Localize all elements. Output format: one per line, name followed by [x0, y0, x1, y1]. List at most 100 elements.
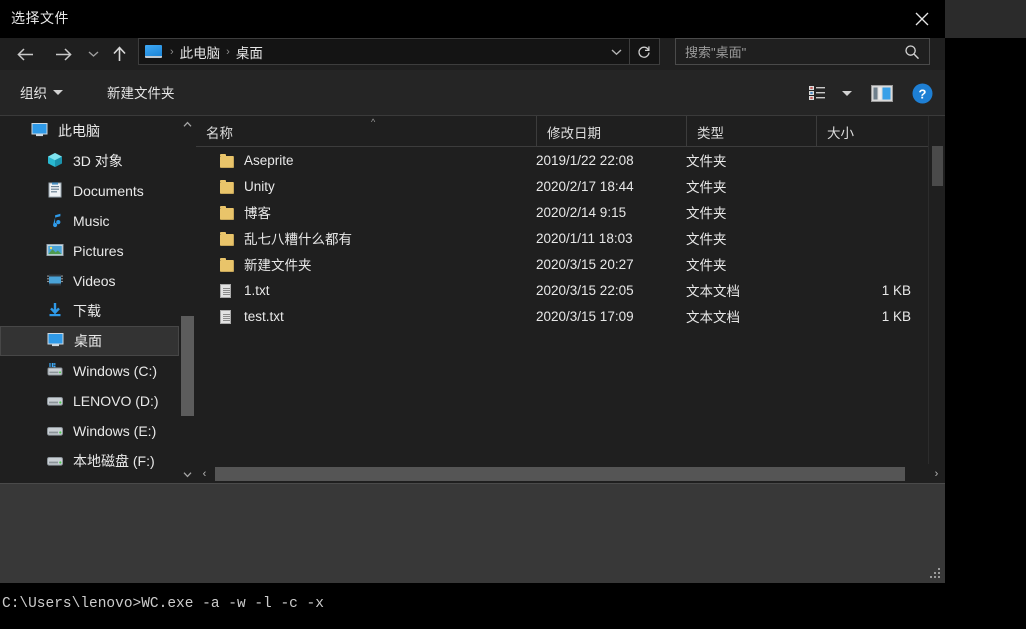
- breadcrumb-item-1[interactable]: 桌面: [236, 42, 263, 62]
- sidebar-item-11[interactable]: 本地磁盘 (F:): [0, 446, 179, 476]
- system-drive-icon: [46, 362, 64, 380]
- view-options-dropdown-button[interactable]: [837, 70, 857, 116]
- cell-name: 1.txt: [220, 277, 270, 303]
- horizontal-scroll-thumb[interactable]: [215, 467, 905, 481]
- sidebar-item-6[interactable]: 下载: [0, 296, 179, 326]
- scroll-down-button[interactable]: [179, 466, 196, 483]
- table-row[interactable]: Unity 2020/2/17 18:44 文件夹: [196, 173, 928, 199]
- dialog-footer: 文件名(N): 文本文件(*.txt) 文本文件(*.txt)C语: [0, 483, 945, 583]
- breadcrumb-separator: ›: [226, 45, 230, 58]
- sidebar-item-3[interactable]: Music: [0, 206, 179, 236]
- navigation-pane: 此电脑 3D 对象 Documents Music Pictures Videos 下载 桌面…: [0, 116, 196, 483]
- cell-name: 新建文件夹: [220, 251, 312, 277]
- search-input[interactable]: 搜索"桌面": [685, 42, 904, 61]
- music-icon: [46, 212, 64, 230]
- table-row[interactable]: 乱七八糟什么都有 2020/1/11 18:03 文件夹: [196, 225, 928, 251]
- search-box[interactable]: 搜索"桌面": [675, 38, 930, 65]
- scroll-left-button[interactable]: ‹: [196, 464, 213, 483]
- new-folder-button[interactable]: 新建文件夹: [107, 82, 175, 102]
- address-dropdown-button[interactable]: [605, 39, 627, 64]
- sidebar-item-label: Music: [73, 213, 110, 229]
- refresh-button[interactable]: [629, 39, 657, 64]
- text-file-icon: [220, 309, 233, 324]
- window-title: 选择文件: [11, 10, 69, 26]
- 3d-objects-icon: [48, 153, 62, 167]
- sidebar-item-5[interactable]: Videos: [0, 266, 179, 296]
- chevron-down-icon: [53, 89, 63, 95]
- table-row[interactable]: test.txt 2020/3/15 17:09 文本文档 1 KB: [196, 303, 928, 329]
- sidebar-item-8[interactable]: Windows (C:): [0, 356, 179, 386]
- recent-locations-button[interactable]: [84, 38, 102, 70]
- search-icon: [904, 44, 920, 60]
- scroll-right-button[interactable]: ›: [928, 464, 945, 483]
- cell-type: 文件夹: [686, 232, 727, 247]
- table-row[interactable]: 1.txt 2020/3/15 22:05 文本文档 1 KB: [196, 277, 928, 303]
- folder-icon: [220, 153, 234, 168]
- table-row[interactable]: 博客 2020/2/14 9:15 文件夹: [196, 199, 928, 225]
- resize-grip-icon[interactable]: [928, 566, 940, 578]
- sidebar-item-label: Videos: [73, 273, 116, 289]
- nav-pane-scrollbar[interactable]: [179, 116, 196, 483]
- cell-date: 2020/3/15 20:27: [536, 256, 634, 272]
- console-command-line[interactable]: C:\Users\lenovo>WC.exe -a -w -l -c -x: [2, 596, 324, 612]
- drive-icon: [47, 457, 63, 466]
- svg-text:?: ?: [918, 86, 926, 101]
- file-name: 1.txt: [244, 282, 270, 298]
- column-header-type[interactable]: 类型: [686, 116, 816, 147]
- column-header-size[interactable]: 大小: [816, 116, 928, 147]
- sidebar-item-1[interactable]: 3D 对象: [0, 146, 179, 176]
- column-header-label: 大小: [827, 125, 854, 141]
- sidebar-item-4[interactable]: Pictures: [0, 236, 179, 266]
- sidebar-item-9[interactable]: LENOVO (D:): [0, 386, 179, 416]
- table-row[interactable]: Aseprite 2019/1/22 22:08 文件夹: [196, 147, 928, 173]
- file-rows: Aseprite 2019/1/22 22:08 文件夹 Unity 2020/2/17…: [196, 147, 928, 329]
- sidebar-item-label: 3D 对象: [73, 153, 123, 169]
- column-header-name[interactable]: 名称 ^: [196, 116, 536, 147]
- nav-scroll-thumb[interactable]: [181, 316, 194, 416]
- view-options-button[interactable]: [803, 70, 837, 116]
- sidebar-item-2[interactable]: Documents: [0, 176, 179, 206]
- sidebar-item-label: 此电脑: [58, 123, 100, 139]
- cell-type: 文件夹: [686, 206, 727, 221]
- chevron-down-icon: [611, 48, 621, 55]
- videos-icon: [47, 274, 63, 286]
- file-list-horizontal-scrollbar[interactable]: ‹ ›: [196, 464, 945, 483]
- scroll-up-button[interactable]: [179, 116, 196, 133]
- forward-button[interactable]: [48, 38, 78, 70]
- cell-name: test.txt: [220, 303, 284, 329]
- address-bar[interactable]: › 此电脑 › 桌面: [138, 38, 660, 65]
- table-row[interactable]: 新建文件夹 2020/3/15 20:27 文件夹: [196, 251, 928, 277]
- cell-size: [816, 173, 919, 199]
- file-list-vertical-scrollbar[interactable]: [928, 116, 945, 464]
- cell-date: 2019/1/22 22:08: [536, 152, 634, 168]
- breadcrumb-item-0[interactable]: 此电脑: [180, 42, 221, 62]
- cell-name: Aseprite: [220, 147, 294, 173]
- console-window: C:\Users\lenovo>WC.exe -a -w -l -c -x: [0, 583, 1026, 629]
- sidebar-item-label: 本地磁盘 (F:): [73, 453, 155, 469]
- sidebar-item-7[interactable]: 桌面: [0, 326, 179, 356]
- column-header-date[interactable]: 修改日期: [536, 116, 686, 147]
- file-list-scroll-thumb[interactable]: [932, 146, 943, 186]
- preview-pane-button[interactable]: [865, 70, 899, 116]
- cell-type: 文本文档: [686, 310, 740, 325]
- column-header-label: 名称: [206, 125, 233, 141]
- cell-size: 1 KB: [881, 308, 911, 324]
- back-button[interactable]: [10, 38, 40, 70]
- drive-icon: [47, 427, 63, 436]
- cell-type: 文件夹: [686, 258, 727, 273]
- file-name: test.txt: [244, 308, 284, 324]
- folder-icon: [220, 205, 234, 220]
- cell-date: 2020/1/11 18:03: [536, 230, 633, 246]
- close-button[interactable]: [899, 0, 945, 38]
- drive-icon: [47, 397, 63, 406]
- sidebar-item-10[interactable]: Windows (E:): [0, 416, 179, 446]
- new-folder-label: 新建文件夹: [107, 86, 175, 101]
- help-button[interactable]: ?: [905, 70, 939, 116]
- sidebar-item-0[interactable]: 此电脑: [0, 116, 179, 146]
- close-icon: [915, 12, 929, 26]
- up-button[interactable]: [106, 38, 132, 70]
- file-list-pane: 名称 ^ 修改日期 类型 大小 Aseprite 2019/1/22 22:08 文件夹 Un…: [196, 116, 945, 483]
- help-icon: ?: [912, 83, 932, 103]
- chevron-up-icon: [183, 121, 192, 127]
- organize-button[interactable]: 组织: [20, 82, 63, 102]
